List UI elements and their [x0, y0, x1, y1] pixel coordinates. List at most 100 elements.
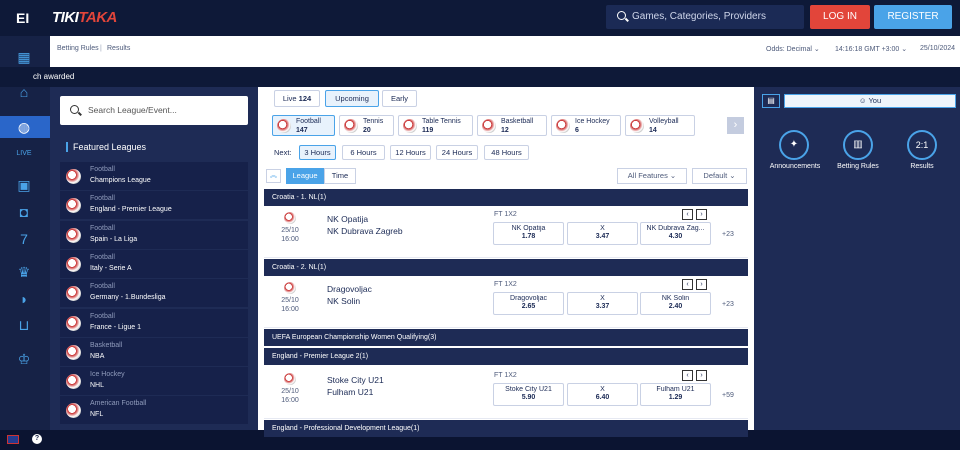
more-markets-link[interactable]: +23 — [722, 231, 734, 238]
logo-text-red: TAKA — [78, 9, 117, 26]
crown-icon[interactable]: ♔ — [16, 352, 32, 366]
league-name: Spain - La Liga — [90, 235, 138, 243]
megaphone-icon[interactable]: ✦ — [779, 130, 809, 160]
hours-filter-button[interactable]: 6 Hours — [342, 145, 385, 160]
sport-filter-chip[interactable]: Basketball 12 — [477, 115, 547, 136]
odds-label: X — [600, 386, 605, 393]
you-tab[interactable]: ☺ You — [784, 94, 956, 108]
breadcrumb-betting-rules[interactable]: Betting Rules — [57, 45, 99, 52]
chevron-right-icon[interactable]: › — [696, 209, 707, 220]
away-team[interactable]: NK Solin — [327, 296, 360, 306]
match-row[interactable]: 25/10 16:00 Dragovoljac NK Solin FT 1X2 ‹ › Dra… — [264, 276, 748, 328]
home-team[interactable]: NK Opatija — [327, 214, 368, 224]
collapse-all-icon[interactable]: ︽ — [266, 169, 281, 183]
login-button[interactable]: LOG IN — [810, 5, 870, 29]
cards-icon[interactable]: ◘ — [16, 205, 32, 219]
sports-ball-icon[interactable]: ◍ — [16, 120, 32, 134]
sport-filter-chip[interactable]: Tennis 20 — [339, 115, 394, 136]
odds-button[interactable]: X 6.40 — [567, 383, 638, 406]
chevron-right-icon[interactable]: › — [696, 279, 707, 290]
odds-button[interactable]: X 3.37 — [567, 292, 638, 315]
announcements-label[interactable]: Announcements — [760, 163, 830, 170]
odds-format-select[interactable]: Odds: Decimal ⌄ — [766, 45, 820, 53]
rules-book-icon[interactable]: ▥ — [843, 130, 873, 160]
sport-filter-chip[interactable]: Table Tennis 119 — [398, 115, 473, 136]
featured-league-item[interactable]: Basketball NBA — [60, 337, 248, 366]
sport-filter-chip[interactable]: Football 147 — [272, 115, 335, 136]
hours-filter-button[interactable]: 12 Hours — [390, 145, 431, 160]
more-markets-link[interactable]: +59 — [722, 392, 734, 399]
chevron-left-icon[interactable]: ‹ — [682, 370, 693, 381]
global-search-input[interactable]: Games, Categories, Providers — [606, 5, 804, 29]
features-filter-select[interactable]: All Features ⌄ — [617, 168, 687, 184]
match-row[interactable]: 25/10 16:00 NK Opatija NK Dubrava Zagreb FT … — [264, 206, 748, 258]
hours-filter-button[interactable]: 3 Hours — [299, 145, 336, 160]
basket-icon[interactable]: ⊔ — [16, 318, 32, 332]
site-logo[interactable]: TIKITAKA — [52, 9, 117, 26]
market-label: FT 1X2 — [494, 372, 517, 379]
league-header[interactable]: Croatia - 2. NL(1) — [264, 259, 748, 276]
uk-flag-icon[interactable] — [7, 435, 19, 444]
home-team[interactable]: Stoke City U21 — [327, 375, 384, 385]
odds-label: NK Solin — [661, 295, 690, 302]
featured-league-item[interactable]: Football France - Ligue 1 — [60, 308, 248, 337]
hours-filter-button[interactable]: 24 Hours — [436, 145, 478, 160]
league-header[interactable]: Croatia - 1. NL(1) — [264, 189, 748, 206]
odds-button[interactable]: Fulham U21 1.29 — [640, 383, 711, 406]
odds-button[interactable]: Stoke City U21 5.90 — [493, 383, 564, 406]
odds-button[interactable]: Dragovoljac 2.65 — [493, 292, 564, 315]
timezone-clock[interactable]: 14:16:18 GMT +3:00 ⌄ — [835, 45, 907, 53]
featured-league-item[interactable]: Football Italy - Serie A — [60, 249, 248, 278]
league-name: NHL — [90, 382, 105, 390]
results-icon[interactable]: 2:1 — [907, 130, 937, 160]
slots-icon[interactable]: ▣ — [16, 178, 32, 192]
trophy-icon[interactable]: ♛ — [16, 265, 32, 279]
hours-filter-button[interactable]: 48 Hours — [484, 145, 529, 160]
betting-rules-label[interactable]: Betting Rules — [823, 163, 893, 170]
home-icon[interactable]: ⌂ — [16, 85, 32, 99]
chevron-left-icon[interactable]: ‹ — [682, 279, 693, 290]
odds-button[interactable]: NK Dubrava Zag... 4.30 — [640, 222, 711, 245]
featured-league-item[interactable]: Football Germany - 1.Bundesliga — [60, 279, 248, 308]
chevron-right-icon[interactable]: › — [696, 370, 707, 381]
chevron-left-icon[interactable]: ‹ — [682, 209, 693, 220]
more-markets-link[interactable]: +23 — [722, 301, 734, 308]
odds-button[interactable]: NK Opatija 1.78 — [493, 222, 564, 245]
featured-league-item[interactable]: American Football NFL — [60, 396, 248, 425]
home-team[interactable]: Dragovoljac — [327, 284, 372, 294]
menu-toggle-icon[interactable]: EI — [16, 10, 29, 26]
odds-button[interactable]: NK Solin 2.40 — [640, 292, 711, 315]
tab-early[interactable]: Early — [382, 90, 417, 107]
sport-filter-chip[interactable]: Ice Hockey 6 — [551, 115, 621, 136]
register-button[interactable]: REGISTER — [874, 5, 952, 29]
league-sport: Football — [90, 312, 115, 320]
view-by-league-button[interactable]: League — [286, 168, 324, 184]
featured-league-item[interactable]: Football Spain - La Liga — [60, 220, 248, 249]
sports-next-arrow-icon[interactable]: › — [727, 117, 744, 134]
league-header[interactable]: UEFA European Championship Women Qualify… — [264, 329, 748, 346]
tab-upcoming[interactable]: Upcoming — [325, 90, 379, 107]
sport-ball-icon — [66, 198, 81, 214]
away-team[interactable]: NK Dubrava Zagreb — [327, 226, 403, 236]
sort-select[interactable]: Default ⌄ — [692, 168, 747, 184]
featured-league-item[interactable]: Football Champions League — [60, 162, 248, 190]
calendar-icon[interactable]: ▤ — [762, 94, 780, 108]
results-label[interactable]: Results — [887, 163, 957, 170]
featured-league-item[interactable]: Ice Hockey NHL — [60, 367, 248, 396]
help-icon[interactable]: ? — [32, 434, 42, 444]
league-header[interactable]: England - Professional Development Leagu… — [264, 420, 748, 437]
live-icon[interactable]: LIVE — [16, 147, 32, 161]
view-by-time-button[interactable]: Time — [324, 168, 356, 184]
league-search-input[interactable]: Search League/Event... — [60, 96, 248, 125]
breadcrumb-results[interactable]: Results — [107, 45, 130, 52]
featured-league-item[interactable]: Football England - Premier League — [60, 191, 248, 220]
seven-icon[interactable]: 7 — [16, 232, 32, 246]
match-row[interactable]: 25/10 16:00 Stoke City U21 Fulham U21 FT 1X2… — [264, 367, 748, 419]
odds-button[interactable]: X 3.47 — [567, 222, 638, 245]
away-team[interactable]: Fulham U21 — [327, 387, 373, 397]
tab-live[interactable]: Live 124 — [274, 90, 320, 107]
aviator-icon[interactable]: ◗ — [16, 292, 32, 306]
gift-icon[interactable]: ▦ — [16, 50, 32, 64]
league-header[interactable]: England - Premier League 2(1) — [264, 348, 748, 365]
sport-filter-chip[interactable]: Volleyball 14 — [625, 115, 695, 136]
